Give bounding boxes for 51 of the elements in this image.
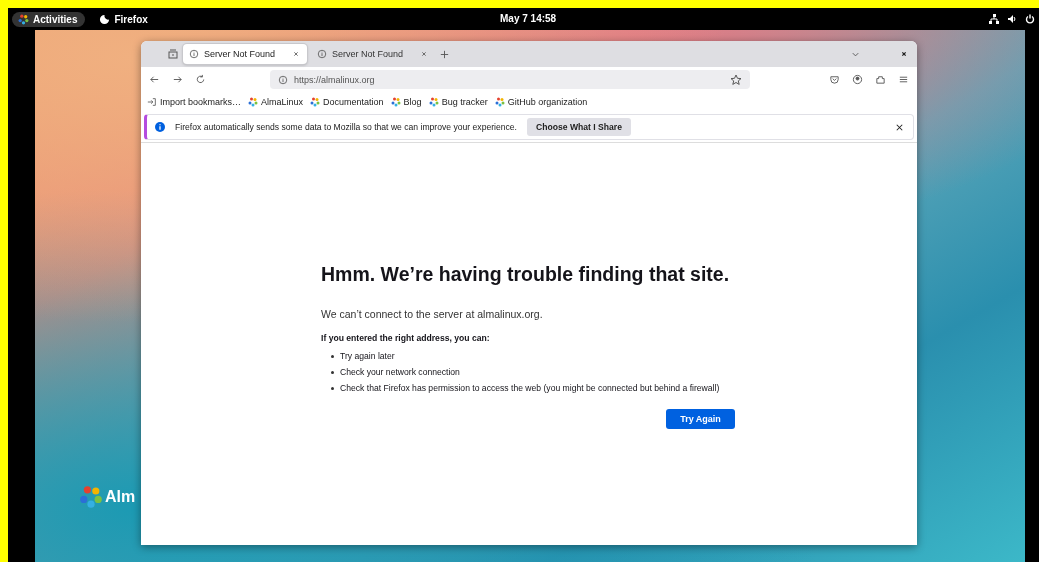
plus-icon[interactable] — [439, 48, 450, 60]
error-heading: Hmm. We’re having trouble finding that site. — [321, 263, 730, 286]
info-icon — [278, 74, 288, 85]
menu-icon[interactable] — [898, 74, 909, 85]
pocket-icon[interactable] — [829, 74, 840, 85]
logo-icon — [310, 97, 321, 107]
bullet-icon — [331, 354, 334, 358]
url-text: https://almalinux.org — [294, 74, 376, 85]
bullet-icon — [331, 370, 334, 374]
tab-list-icon[interactable] — [167, 48, 179, 60]
suggestions-heading: If you entered the right address, you can: — [321, 333, 491, 343]
address-bar[interactable]: https://almalinux.org — [270, 70, 750, 89]
try-again-button[interactable]: Try Again — [666, 409, 735, 429]
bookmark[interactable]: Blog — [390, 97, 422, 107]
bookmark[interactable]: Documentation — [310, 97, 384, 107]
logo-text: Alm — [105, 488, 136, 506]
logo-icon — [248, 97, 259, 107]
back-icon[interactable] — [149, 74, 160, 85]
star-icon[interactable] — [730, 73, 742, 86]
logo-icon — [494, 97, 505, 107]
error-message: We can’t connect to the server at almalinux.org. — [321, 308, 544, 320]
bookmark[interactable]: AlmaLinux — [248, 97, 304, 107]
info-icon — [317, 49, 327, 59]
volume-icon[interactable] — [1007, 14, 1017, 24]
app-menu[interactable]: Firefox — [99, 13, 148, 25]
reload-icon[interactable] — [195, 74, 206, 85]
suggestion-text: Check your network connection — [340, 367, 460, 377]
logo-icon — [428, 97, 439, 107]
bookmark[interactable]: GitHub organization — [494, 97, 588, 107]
bookmark[interactable]: Bug tracker — [428, 97, 488, 107]
account-icon[interactable] — [852, 74, 863, 85]
power-icon[interactable] — [1025, 14, 1035, 24]
choose-what-i-share-button[interactable]: Choose What I Share — [527, 118, 631, 136]
network-icon[interactable] — [989, 14, 999, 24]
activities-button[interactable]: Activities — [12, 11, 86, 27]
browser-tab[interactable]: Server Not Found — [311, 44, 435, 64]
logo-icon — [79, 485, 103, 509]
notification-text: Firefox automatically sends some data to Mozilla so that we can improve your experience. — [175, 122, 517, 132]
browser-tab[interactable]: Server Not Found — [183, 44, 307, 64]
suggestion-text: Check that Firefox has permission to access the web (you might be connected but behind a firewall) — [340, 383, 720, 393]
bullet-icon — [331, 386, 334, 390]
logo-icon — [390, 97, 401, 107]
suggestion-text: Try again later — [340, 351, 395, 361]
info-icon — [189, 49, 199, 59]
import-icon — [147, 97, 157, 107]
bookmark[interactable]: Import bookmarks… — [147, 97, 242, 107]
forward-icon[interactable] — [172, 74, 183, 85]
logo-icon — [18, 13, 29, 25]
clock[interactable]: May 7 14:58 — [500, 13, 557, 24]
close-icon[interactable] — [899, 49, 909, 59]
info-icon — [155, 122, 165, 132]
